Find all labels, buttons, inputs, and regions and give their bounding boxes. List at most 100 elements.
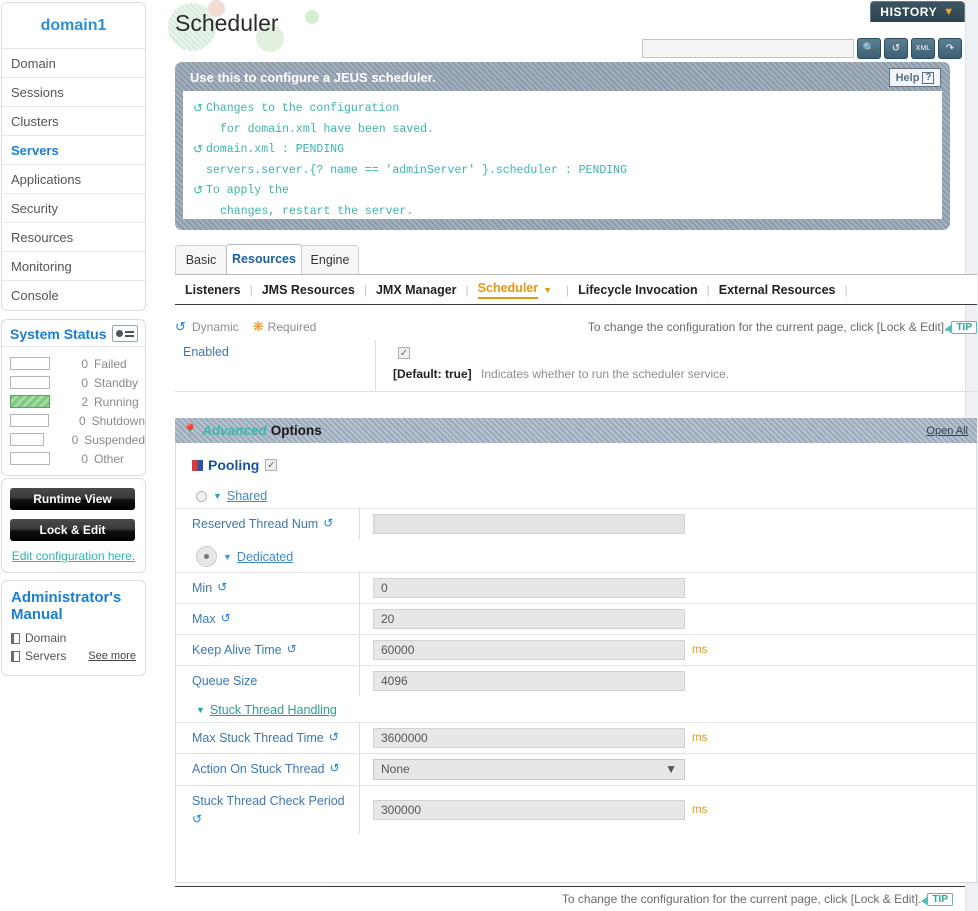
advanced.pooling.dedicated-input[interactable]: 0 bbox=[373, 578, 685, 598]
sidebar-item-sessions[interactable]: Sessions bbox=[2, 78, 145, 107]
input-value: 20 bbox=[381, 612, 395, 626]
search-icon[interactable]: 🔍 bbox=[857, 38, 881, 59]
field-label-text: Min bbox=[192, 581, 213, 595]
tab-engine[interactable]: Engine bbox=[301, 245, 359, 274]
sidebar-item-resources[interactable]: Resources bbox=[2, 223, 145, 252]
manual-item-domain[interactable]: Domain bbox=[11, 631, 136, 645]
refresh-icon[interactable]: ↺ bbox=[884, 38, 908, 59]
sidebar-item-servers[interactable]: Servers bbox=[2, 136, 145, 165]
subnav-item-external-resources[interactable]: External Resources bbox=[719, 283, 836, 297]
see-more-link[interactable]: See more bbox=[88, 650, 136, 662]
subnav-item-jms-resources[interactable]: JMS Resources bbox=[262, 283, 355, 297]
export-xml-icon[interactable]: XML bbox=[911, 38, 935, 59]
nav-separator: | bbox=[566, 282, 570, 297]
chevron-down-icon[interactable]: ▼ bbox=[543, 285, 552, 295]
advanced.pooling.dedicated-input[interactable]: 4096 bbox=[373, 671, 685, 691]
caret-down-icon[interactable]: ▼ bbox=[223, 552, 232, 562]
advanced.pooling.shared-input[interactable] bbox=[373, 514, 685, 534]
history-button[interactable]: HISTORY ▼ bbox=[870, 1, 965, 22]
status-row: 2 Running bbox=[2, 392, 145, 411]
legend-dynamic: ↺ Dynamic bbox=[175, 320, 239, 334]
lock-and-edit-button[interactable]: Lock & Edit bbox=[10, 519, 135, 541]
field-value: 0 bbox=[360, 573, 976, 603]
advanced.pooling.dedicated-input[interactable]: 60000 bbox=[373, 640, 685, 660]
sub-navigation: Listeners | JMS Resources | JMX Manager | Sche… bbox=[175, 274, 977, 305]
legend-dynamic-label: Dynamic bbox=[192, 320, 239, 334]
field-row: Keep Alive Time ↺ 60000 ms bbox=[176, 634, 976, 665]
search-input[interactable] bbox=[642, 39, 854, 58]
caret-down-icon[interactable]: ▼ bbox=[196, 705, 205, 715]
info-line: ↺ Changes to the configuration bbox=[193, 99, 932, 120]
advanced.pooling.stuck_thread-input[interactable]: 3600000 bbox=[373, 728, 685, 748]
subnav-item-listeners[interactable]: Listeners bbox=[185, 283, 241, 297]
monitor-icon[interactable] bbox=[112, 325, 138, 342]
info-panel-heading: Use this to configure a JEUS scheduler. bbox=[190, 70, 436, 85]
manual-item-servers[interactable]: Servers See more bbox=[11, 649, 136, 663]
stuck-toggle[interactable]: ▼ Stuck Thread Handling bbox=[176, 696, 976, 722]
system-status-card: System Status 0 Failed 0 Standby 2 Running 0 Sh… bbox=[1, 319, 146, 476]
advanced.pooling.dedicated-input[interactable]: 20 bbox=[373, 609, 685, 629]
status-row: 0 Suspended bbox=[2, 430, 145, 449]
pooling-header: Pooling ✓ bbox=[176, 443, 976, 482]
dynamic-icon: ↺ bbox=[220, 611, 231, 625]
info-line: changes, restart the server. bbox=[193, 202, 932, 223]
info-line-text: To apply the bbox=[206, 184, 289, 197]
subnav-item-jmx-manager[interactable]: JMX Manager bbox=[376, 283, 457, 297]
status-bar bbox=[10, 376, 50, 389]
dedicated-radio[interactable] bbox=[196, 546, 217, 567]
advanced.pooling.stuck_thread-input[interactable]: 300000 bbox=[373, 800, 685, 820]
dedicated-label[interactable]: Dedicated bbox=[237, 550, 293, 564]
shared-toggle[interactable]: ▼ Shared bbox=[176, 482, 976, 508]
enabled-checkbox[interactable]: ✓ bbox=[398, 347, 410, 359]
enabled-default-text: [Default: true] bbox=[393, 367, 472, 381]
status-label: Failed bbox=[94, 356, 127, 371]
caret-down-icon[interactable]: ▼ bbox=[213, 491, 222, 501]
subnav-item-scheduler[interactable]: Scheduler bbox=[477, 281, 539, 299]
dedicated-toggle[interactable]: ▼ Dedicated bbox=[176, 539, 976, 572]
advanced.pooling.stuck_thread-select[interactable]: None ▼ bbox=[373, 759, 685, 780]
field-value: 4096 bbox=[360, 666, 976, 696]
field-label: Keep Alive Time ↺ bbox=[176, 635, 360, 665]
manual-item-label: Servers bbox=[25, 649, 67, 663]
sidebar-item-clusters[interactable]: Clusters bbox=[2, 107, 145, 136]
book-icon bbox=[11, 650, 20, 662]
field-label: Queue Size bbox=[176, 666, 360, 696]
pooling-checkbox[interactable]: ✓ bbox=[265, 459, 278, 471]
field-row: Action On Stuck Thread ↺ None ▼ bbox=[176, 753, 976, 785]
manual-title: Administrator's Manual bbox=[11, 589, 122, 623]
footer-tip: To change the configuration for the curr… bbox=[562, 892, 953, 906]
tab-resources[interactable]: Resources bbox=[226, 244, 302, 274]
help-button[interactable]: Help ? bbox=[889, 68, 941, 87]
sidebar-item-applications[interactable]: Applications bbox=[2, 165, 145, 194]
sidebar-item-monitoring[interactable]: Monitoring bbox=[2, 252, 145, 281]
input-value: 0 bbox=[381, 581, 388, 595]
legend-required-label: Required bbox=[267, 320, 317, 334]
field-label: Min ↺ bbox=[176, 573, 360, 603]
open-all-link[interactable]: Open All bbox=[926, 425, 968, 437]
shared-label[interactable]: Shared bbox=[227, 489, 267, 503]
stuck-label[interactable]: Stuck Thread Handling bbox=[210, 703, 337, 717]
status-bar bbox=[10, 357, 50, 370]
history-label: HISTORY bbox=[880, 5, 938, 19]
sidebar-item-domain[interactable]: Domain bbox=[2, 49, 145, 78]
shared-radio[interactable] bbox=[196, 490, 207, 502]
page-header: Scheduler HISTORY ▼ 🔍 ↺ XML ↷ bbox=[150, 0, 978, 59]
sidebar-item-security[interactable]: Security bbox=[2, 194, 145, 223]
sidebar-nav: Domain Sessions Clusters Servers Application… bbox=[1, 48, 146, 311]
enabled-label: Enabled bbox=[183, 345, 229, 359]
runtime-view-button[interactable]: Runtime View bbox=[10, 488, 135, 510]
domain-title: domain1 bbox=[1, 2, 146, 48]
info-line-text: Changes to the configuration bbox=[206, 102, 400, 115]
field-value: None ▼ bbox=[360, 754, 976, 785]
flag-icon bbox=[192, 459, 203, 471]
page-footer: To change the configuration for the curr… bbox=[175, 886, 965, 911]
edit-configuration-link[interactable]: Edit configuration here. bbox=[12, 549, 135, 563]
sidebar-item-console[interactable]: Console bbox=[2, 281, 145, 310]
field-value: 300000 ms bbox=[360, 786, 976, 834]
info-panel: Use this to configure a JEUS scheduler. … bbox=[175, 62, 950, 230]
tab-basic[interactable]: Basic bbox=[175, 245, 227, 274]
advanced-options-body: Pooling ✓ ▼ Shared Reserved Thread Num ↺ ▼ De… bbox=[175, 443, 977, 883]
subnav-item-lifecycle-invocation[interactable]: Lifecycle Invocation bbox=[578, 283, 697, 297]
status-label: Suspended bbox=[84, 432, 145, 447]
export-file-icon[interactable]: ↷ bbox=[938, 38, 962, 59]
